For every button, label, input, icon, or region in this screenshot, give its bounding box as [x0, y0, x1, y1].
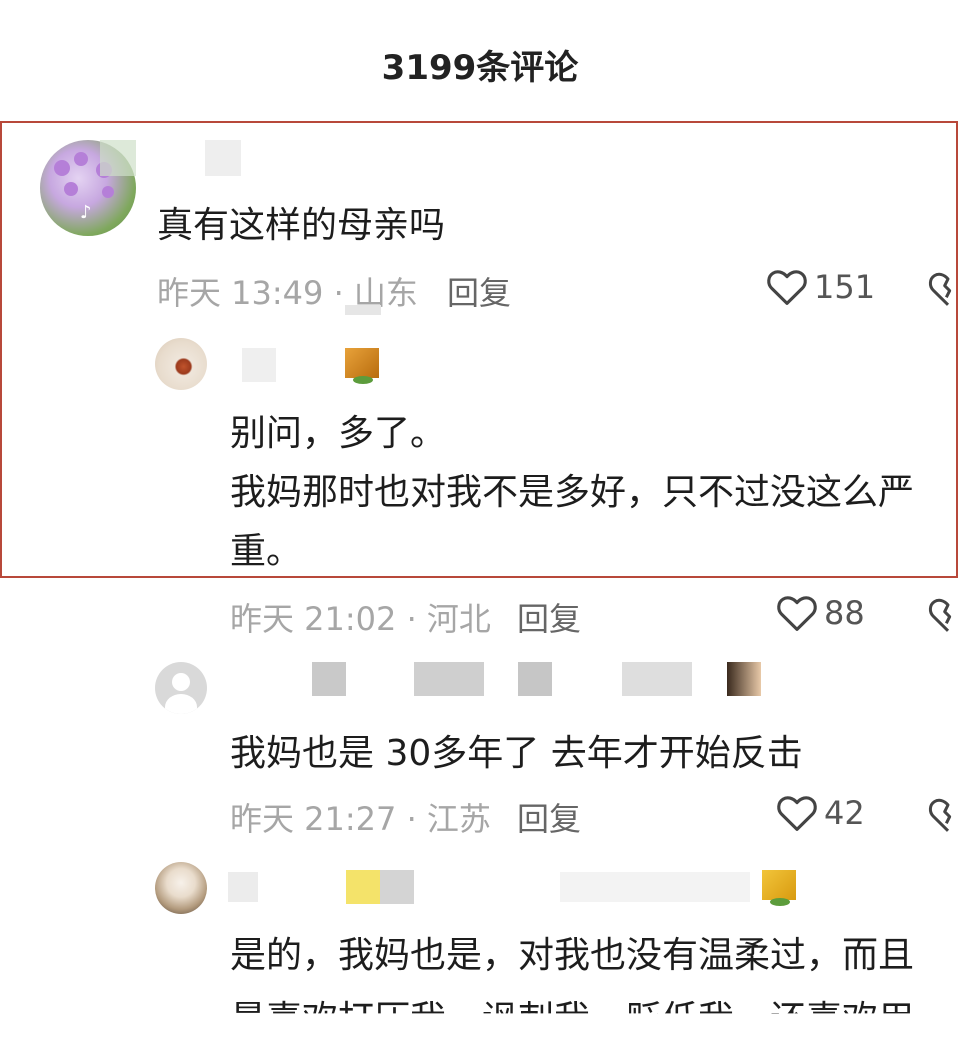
broken-heart-icon[interactable] — [928, 796, 960, 836]
reply-text-line: 我妈也是 30多年了 去年才开始反击 — [230, 733, 803, 774]
broken-heart-icon[interactable] — [928, 270, 960, 310]
reply-text-line: 重。 — [230, 531, 303, 572]
blurred-username — [205, 140, 241, 176]
blurred-username — [312, 662, 346, 696]
heart-outline-icon — [776, 794, 818, 832]
reply-button[interactable]: 回复 — [447, 268, 511, 314]
blurred-username — [346, 870, 380, 904]
reply-button[interactable]: 回复 — [517, 594, 581, 640]
like-count: 88 — [824, 594, 865, 632]
blurred-username — [414, 662, 484, 696]
like-button[interactable]: 88 — [776, 594, 865, 632]
user-badge-icon — [727, 662, 761, 696]
like-count: 42 — [824, 794, 865, 832]
blurred-username — [560, 872, 750, 902]
blurred-username — [228, 872, 258, 902]
reply-button[interactable]: 回复 — [517, 794, 581, 840]
like-count: 151 — [814, 268, 876, 306]
user-badge-icon — [345, 348, 379, 384]
reply-time-location: 昨天 21:27 · 江苏 — [230, 800, 491, 838]
reply-text-line: 是的，我妈也是，对我也没有温柔过，而且 — [230, 935, 915, 976]
user-badge-icon — [762, 870, 796, 906]
blurred-username — [242, 348, 276, 382]
blurred-username — [518, 662, 552, 696]
blurred-username — [100, 140, 136, 176]
comment-count-title: 3199条评论 — [381, 47, 579, 88]
reply-text-line: 别问，多了。 — [230, 413, 447, 454]
user-avatar-icon[interactable] — [155, 662, 207, 714]
blurred-mark — [345, 305, 381, 315]
replier-avatar[interactable] — [155, 862, 207, 914]
comment-text: 真有这样的母亲吗 — [157, 205, 446, 246]
blurred-username — [622, 662, 692, 696]
blurred-username — [380, 870, 414, 904]
like-button[interactable]: 151 — [766, 268, 875, 306]
like-button[interactable]: 42 — [776, 794, 865, 832]
heart-outline-icon — [766, 268, 808, 306]
tiktok-icon: ♪ — [80, 202, 92, 223]
broken-heart-icon[interactable] — [928, 596, 960, 636]
reply-time-location: 昨天 21:02 · 河北 — [230, 600, 491, 638]
reply-text-line: 我妈那时也对我不是多好，只不过没这么严 — [230, 472, 915, 513]
heart-outline-icon — [776, 594, 818, 632]
replier-avatar[interactable] — [155, 338, 207, 390]
reply-text-line-cut: 最喜欢打压我，讽刺我，贬低我，还喜欢用 — [230, 999, 915, 1040]
comments-header: 3199条评论 — [0, 0, 960, 120]
